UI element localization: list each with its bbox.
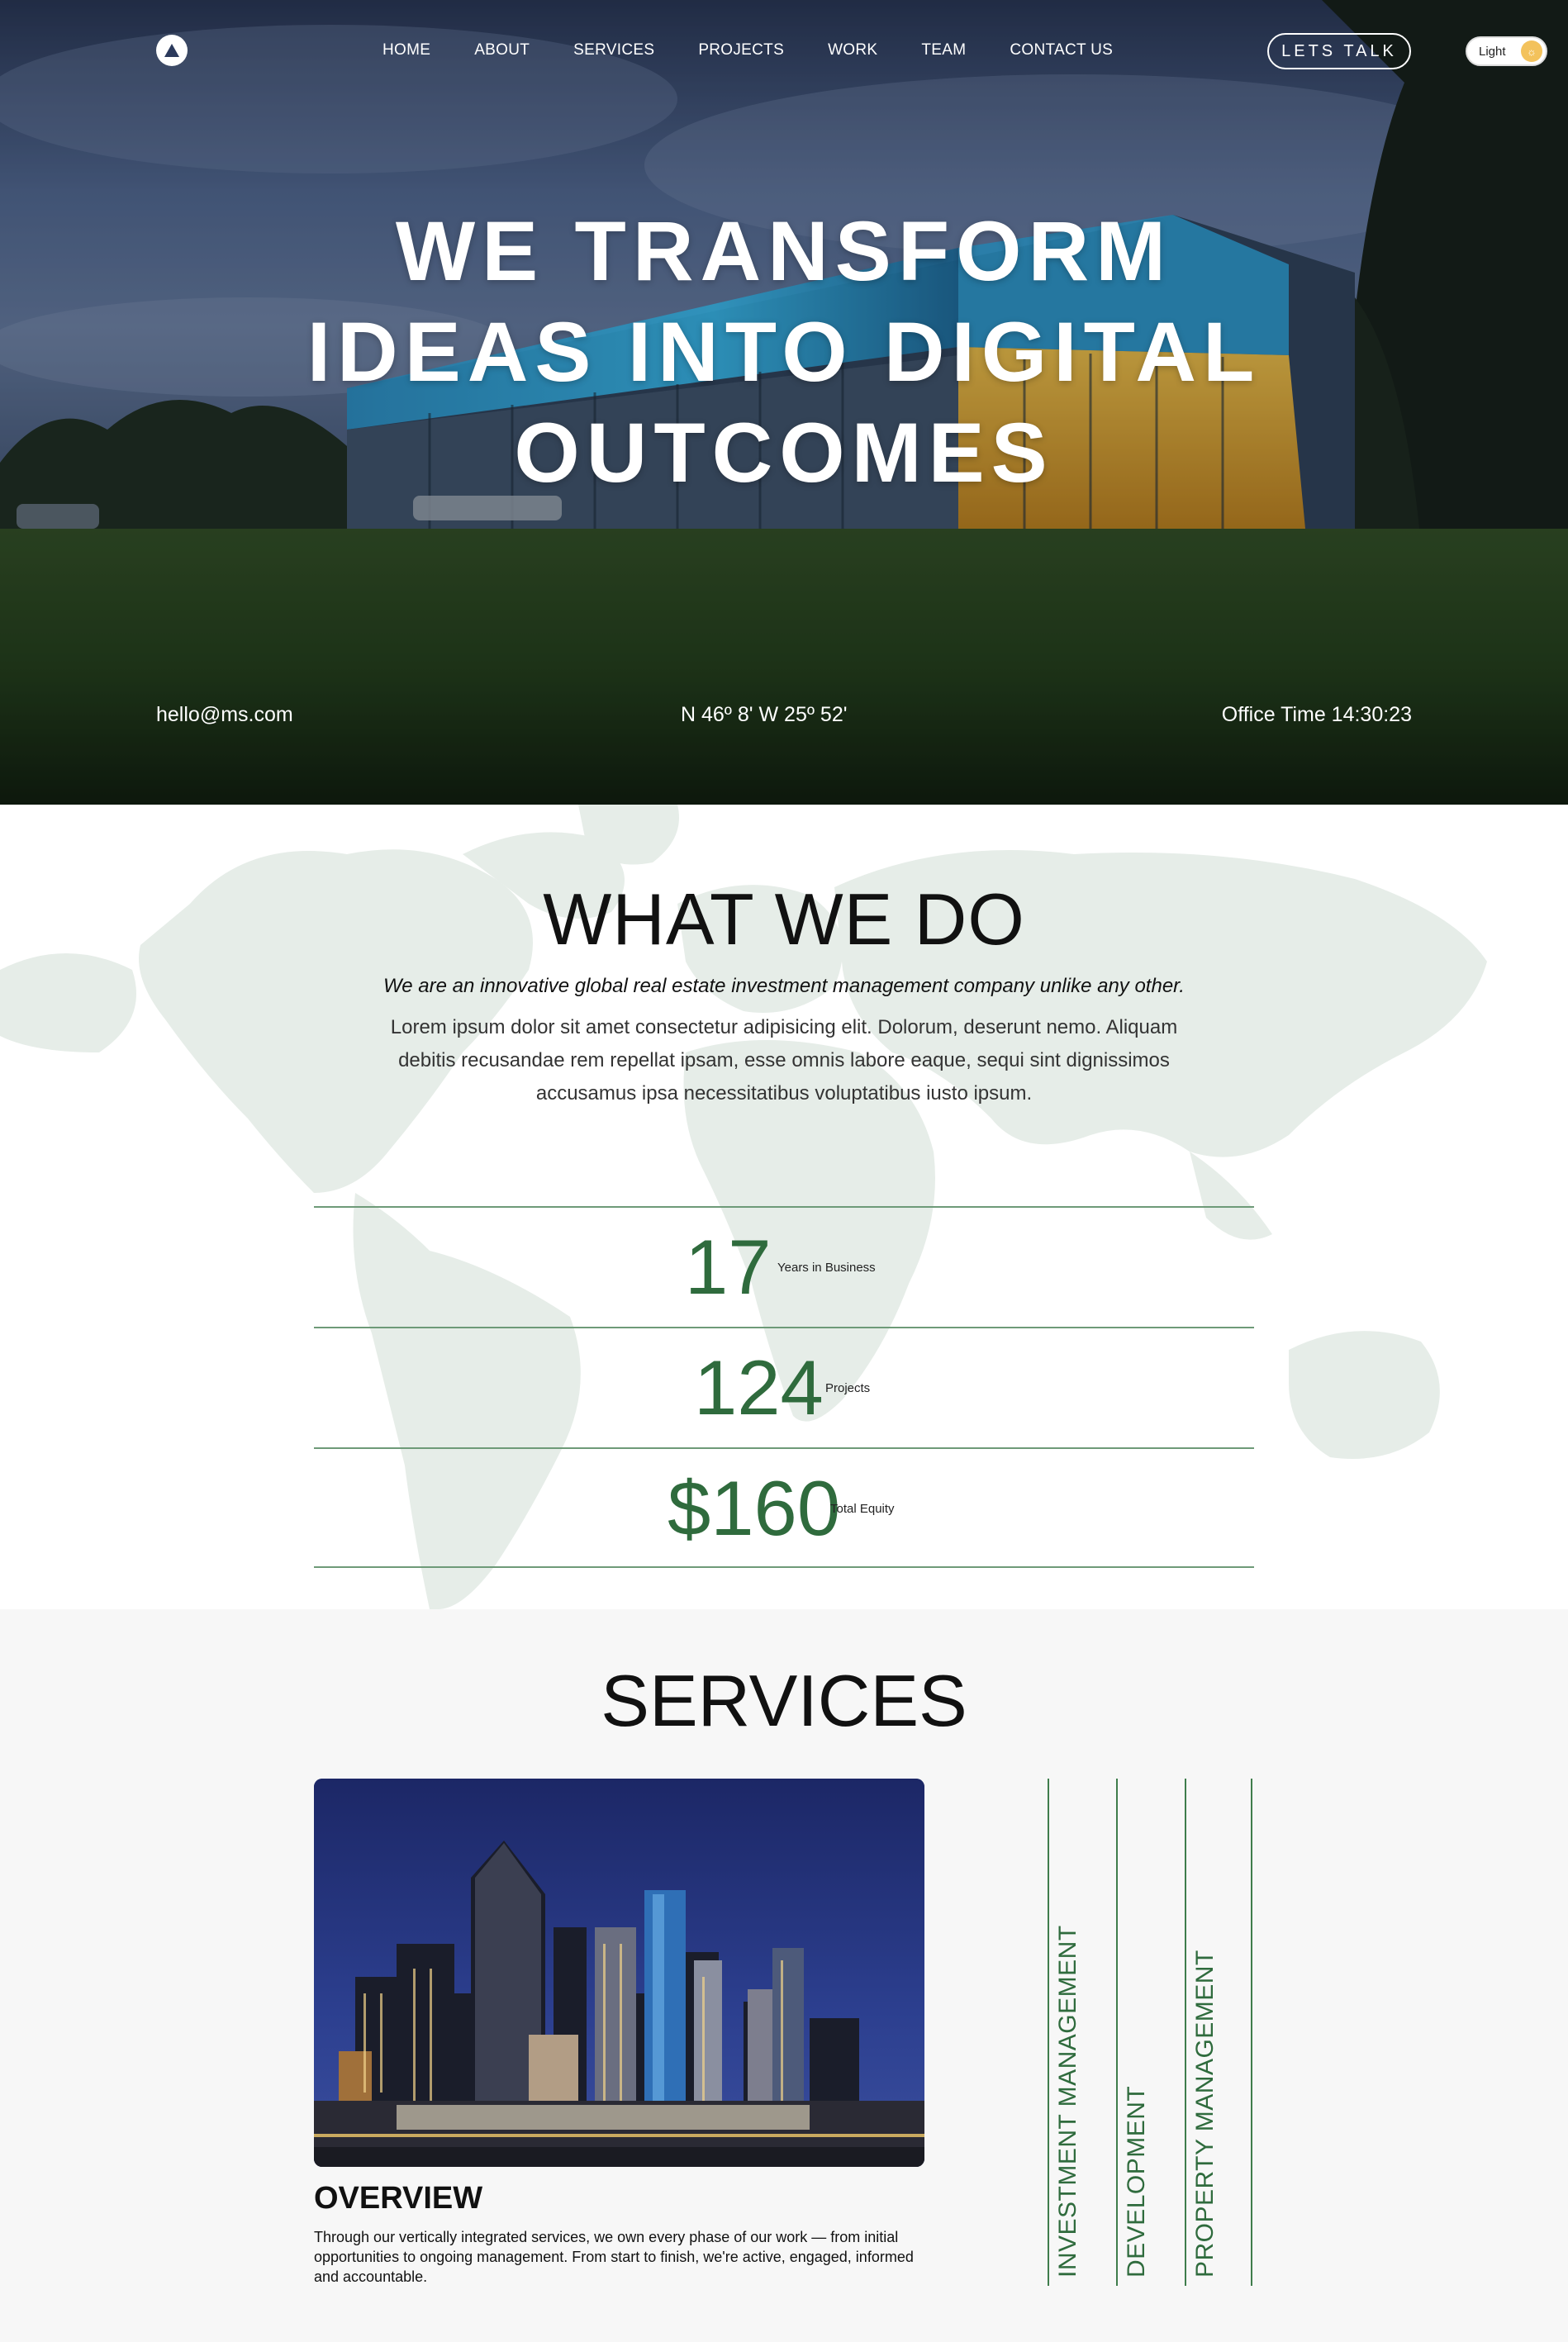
triangle-logo-icon xyxy=(164,44,179,57)
hero-section: HOME ABOUT SERVICES PROJECTS WORK TEAM C… xyxy=(0,0,1568,805)
tab-label: INVESTMENT MANAGEMENT xyxy=(1054,1925,1081,2278)
nav-item-team[interactable]: TEAM xyxy=(921,41,966,59)
stat-label: Total Equity xyxy=(830,1502,895,1516)
tab-label: DEVELOPMENT xyxy=(1123,2085,1150,2278)
hero-title-line: WE TRANSFORM xyxy=(395,204,1173,298)
nav-item-work[interactable]: WORK xyxy=(828,41,877,59)
what-we-do-body: Lorem ipsum dolor sit amet consectetur a… xyxy=(390,1016,1178,1104)
hero-title: WE TRANSFORM IDEAS INTO DIGITAL OUTCOMES xyxy=(0,201,1568,503)
top-navigation: HOME ABOUT SERVICES PROJECTS WORK TEAM C… xyxy=(0,33,1568,69)
stat-label: Years in Business xyxy=(777,1261,876,1275)
nav-item-projects[interactable]: PROJECTS xyxy=(698,41,784,59)
nav-item-home[interactable]: HOME xyxy=(382,41,430,59)
city-skyline-image xyxy=(314,1779,924,2167)
office-time: Office Time 14:30:23 xyxy=(1221,703,1412,726)
tab-property-management[interactable]: PROPERTY MANAGEMENT xyxy=(1185,1779,1252,2286)
stat-value: $160 xyxy=(668,1465,841,1551)
stat-row: 124 Projects xyxy=(314,1327,1254,1447)
tab-investment-management[interactable]: INVESTMENT MANAGEMENT xyxy=(1048,1779,1115,2286)
office-coordinates: N 46º 8' W 25º 52' xyxy=(681,703,848,726)
lets-talk-button[interactable]: LETS TALK xyxy=(1267,33,1411,69)
stats-list: 17 Years in Business 124 Projects $160 T… xyxy=(314,1206,1254,1568)
contact-email-link[interactable]: hello@ms.com xyxy=(156,703,293,727)
stat-label: Projects xyxy=(825,1381,871,1395)
hero-title-line: IDEAS INTO DIGITAL xyxy=(306,305,1262,399)
services-section: SERVICES OVERVIEW Through our vertically… xyxy=(0,1609,1568,2342)
what-we-do-title: WHAT WE DO xyxy=(543,878,1025,960)
services-title: SERVICES xyxy=(601,1660,967,1741)
stat-value: 124 xyxy=(694,1344,824,1431)
logo[interactable] xyxy=(156,35,188,66)
tab-development[interactable]: DEVELOPMENT xyxy=(1116,1779,1184,2286)
nav-item-services[interactable]: SERVICES xyxy=(573,41,654,59)
stat-row: 17 Years in Business xyxy=(314,1206,1254,1327)
service-tabs: INVESTMENT MANAGEMENT DEVELOPMENT PROPER… xyxy=(1048,1779,1256,2286)
theme-toggle-label: Light xyxy=(1479,44,1506,59)
what-we-do-lead: We are an innovative global real estate … xyxy=(383,975,1185,997)
what-we-do-section: WHAT WE DO We are an innovative global r… xyxy=(0,805,1568,1609)
hero-title-line: OUTCOMES xyxy=(514,406,1054,500)
main-menu: HOME ABOUT SERVICES PROJECTS WORK TEAM C… xyxy=(382,41,1113,59)
stat-value: 17 xyxy=(685,1223,772,1310)
stat-row: $160 Total Equity xyxy=(314,1447,1254,1568)
nav-item-contact-us[interactable]: CONTACT US xyxy=(1010,41,1113,59)
nav-item-about[interactable]: ABOUT xyxy=(474,41,530,59)
tab-label: PROPERTY MANAGEMENT xyxy=(1191,1950,1219,2278)
theme-toggle[interactable]: Light ☼ xyxy=(1466,36,1547,66)
overview-text: Through our vertically integrated servic… xyxy=(314,2229,914,2285)
sun-icon: ☼ xyxy=(1521,40,1542,62)
overview-title: OVERVIEW xyxy=(314,2181,483,2216)
